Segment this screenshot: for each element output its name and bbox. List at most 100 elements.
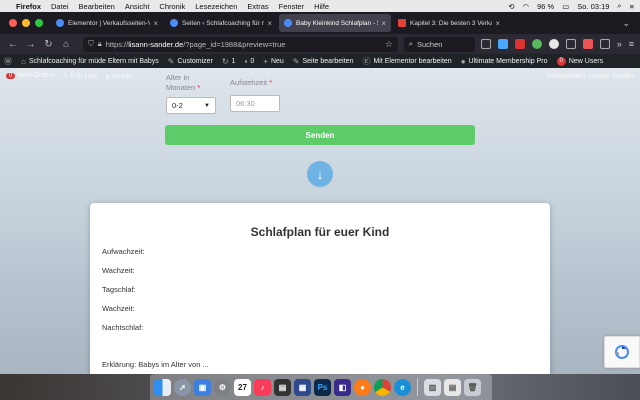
control-center-icon[interactable]: ≡	[630, 2, 634, 11]
faded-admin-bar: 0 New Orders ✎ Edit Live ◭ Avada Willkom…	[0, 68, 640, 84]
menubar-status: ⟲ ◠ 96 % ▭ So. 03:19 ⌕ ≡	[508, 1, 634, 11]
avada-label: Avada	[112, 73, 132, 80]
tab-title: Kapitel 3: Die besten 3 Verkaufs	[410, 19, 493, 27]
minimize-window-button[interactable]	[22, 19, 30, 27]
age-select[interactable]: 0-2 ▼	[166, 97, 216, 114]
menu-hilfe[interactable]: Hilfe	[314, 2, 329, 11]
list-all-tabs-icon[interactable]: ⌄	[622, 18, 630, 29]
comment-icon: ▪	[244, 56, 248, 66]
extension-icon[interactable]	[548, 39, 559, 49]
wp-site-name[interactable]: ⌂ Schlafcoaching für müde Eltern mit Baby…	[21, 57, 159, 66]
photos-app-icon[interactable]: ▦	[294, 378, 311, 396]
home-icon: ⌂	[21, 56, 26, 66]
wp-new-users[interactable]: 0 New Users	[556, 56, 603, 66]
screen-tool-icon[interactable]: ◧	[334, 378, 351, 396]
wp-elementor-edit[interactable]: Ⓔ Mit Elementor bearbeiten	[362, 56, 451, 67]
new-orders[interactable]: 0 New Orders	[6, 72, 55, 81]
downloads-icon[interactable]	[497, 39, 508, 49]
reload-icon[interactable]: ↻	[42, 39, 56, 50]
schedule-explanation: Erklärung: Babys im Alter von ...	[102, 360, 209, 369]
lock-icon[interactable]: 🔒︎	[98, 39, 102, 49]
tab-elementor[interactable]: Elementor | Verkaufsseiten-Vorl ×	[51, 14, 163, 32]
trash-icon[interactable]: 🗑︎	[464, 378, 481, 396]
extension-badge-icon[interactable]	[582, 39, 593, 49]
forward-arrow-icon[interactable]: →	[24, 39, 38, 50]
wake-label-text: Aufstehzeit	[230, 78, 268, 87]
age-label-text: Alter in Monaten	[166, 73, 196, 92]
send-button[interactable]: Senden	[165, 125, 475, 145]
schedule-row-aufwachzeit: Aufwachzeit:	[102, 247, 145, 256]
wp-edit-page[interactable]: ✎ Seite bearbeiten	[293, 57, 354, 66]
schedule-row-nachtschlaf: Nachtschlaf:	[102, 323, 144, 332]
close-tab-icon[interactable]: ×	[267, 19, 272, 28]
system-prefs-icon[interactable]: ⚙	[214, 378, 231, 396]
recaptcha-badge[interactable]	[604, 336, 640, 368]
url-host: lisann-sander.de	[128, 39, 184, 49]
clock[interactable]: So. 03:19	[577, 2, 609, 11]
menu-lesezeichen[interactable]: Lesezeichen	[195, 2, 237, 11]
photoshop-icon[interactable]: Ps	[314, 378, 331, 396]
overflow-menu-icon[interactable]: »	[617, 39, 622, 49]
documents-icon[interactable]: ▤	[444, 378, 461, 396]
tab-kapitel[interactable]: Kapitel 3: Die besten 3 Verkaufs ×	[393, 14, 505, 32]
close-tab-icon[interactable]: ×	[381, 19, 386, 28]
bookmark-star-icon[interactable]: ☆	[385, 39, 393, 50]
menu-ansicht[interactable]: Ansicht	[125, 2, 150, 11]
calendar-icon[interactable]: 27	[234, 378, 251, 396]
wake-time-input[interactable]: 06:30	[230, 95, 280, 112]
wp-customizer[interactable]: ✎ Customizer	[168, 57, 213, 66]
close-tab-icon[interactable]: ×	[495, 19, 500, 28]
battery-label[interactable]: 96 %	[537, 2, 554, 11]
menu-datei[interactable]: Datei	[51, 2, 69, 11]
chrome-icon[interactable]	[374, 378, 391, 396]
wp-updates[interactable]: ↻ 1	[222, 57, 236, 66]
spotlight-icon[interactable]: ⌕	[617, 1, 621, 11]
wifi-icon[interactable]: ◠	[523, 2, 530, 11]
edit-live[interactable]: ✎ Edit Live	[63, 72, 98, 80]
time-machine-icon[interactable]: ⟲	[508, 2, 514, 11]
wp-site-label: Schlafcoaching für müde Eltern mit Babys	[28, 57, 159, 65]
menu-fenster[interactable]: Fenster	[279, 2, 304, 11]
photo-booth-icon[interactable]: ▤	[274, 378, 291, 396]
wp-new-label: Neu	[270, 57, 284, 65]
tab-seiten[interactable]: Seiten ‹ Schlafcoaching für mü ×	[165, 14, 277, 32]
close-window-button[interactable]	[9, 19, 17, 27]
wordpress-logo-icon[interactable]: Ⓦ	[4, 56, 12, 67]
downloads-icon[interactable]: ▥	[424, 378, 441, 396]
menu-bearbeiten[interactable]: Bearbeiten	[79, 2, 115, 11]
new-users-badge: 0	[556, 56, 566, 66]
avada[interactable]: ◭ Avada	[105, 72, 132, 80]
wp-new[interactable]: + Neu	[263, 57, 284, 66]
finder-icon[interactable]	[154, 378, 171, 396]
greeting[interactable]: Willkommen, Lisann Sander	[547, 73, 634, 80]
wp-ump[interactable]: ● Ultimate Membership Pro	[461, 57, 548, 66]
wp-comments[interactable]: ▪ 0	[245, 57, 255, 66]
schedule-row-wachzeit-2: Wachzeit:	[102, 304, 135, 313]
url-prefix: https://	[105, 39, 129, 49]
battery-icon[interactable]: ▭	[562, 2, 569, 11]
music-icon[interactable]: ♪	[254, 378, 271, 396]
hamburger-menu-icon[interactable]: ≡	[629, 39, 634, 49]
search-bar[interactable]: ⌕ Suchen	[403, 36, 475, 52]
arrow-down-icon[interactable]: ↓	[307, 161, 333, 187]
menu-chronik[interactable]: Chronik	[159, 2, 185, 11]
zoom-window-button[interactable]	[35, 19, 43, 27]
back-arrow-icon[interactable]: ←	[6, 39, 20, 50]
adblock-icon[interactable]	[514, 39, 525, 49]
shield-icon[interactable]: ⛉	[88, 39, 94, 49]
url-bar[interactable]: ⛉ 🔒︎ https://lisann-sander.de/?page_id=1…	[83, 36, 398, 52]
screenshot-icon[interactable]	[565, 39, 576, 49]
grammarly-icon[interactable]	[531, 39, 542, 49]
account-icon[interactable]	[599, 39, 610, 49]
close-tab-icon[interactable]: ×	[153, 19, 158, 28]
firefox-icon[interactable]: ●	[354, 378, 371, 396]
edge-icon[interactable]: e	[394, 378, 411, 396]
preview-icon[interactable]: ▣	[194, 378, 211, 396]
home-icon[interactable]: ⌂	[59, 39, 73, 50]
wordpress-favicon-icon	[56, 19, 64, 27]
menu-app-name[interactable]: Firefox	[16, 2, 41, 11]
menu-extras[interactable]: Extras	[247, 2, 268, 11]
tab-schlafplan-active[interactable]: Baby Kleinkind Schlafplan - Sch ×	[279, 14, 391, 32]
pocket-icon[interactable]	[480, 39, 491, 49]
launchpad-icon[interactable]: ➚	[174, 378, 191, 396]
